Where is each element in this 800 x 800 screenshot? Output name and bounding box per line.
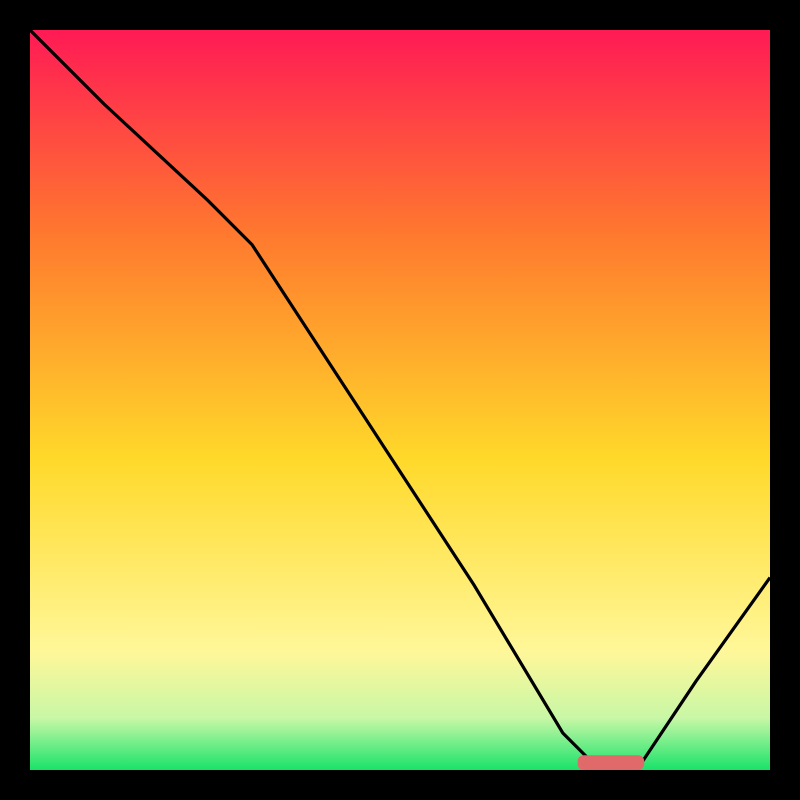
bottleneck-chart bbox=[0, 0, 800, 800]
plot-area bbox=[30, 30, 770, 770]
chart-frame: TheBottleneck.com bbox=[0, 0, 800, 800]
optimal-marker bbox=[578, 755, 645, 770]
